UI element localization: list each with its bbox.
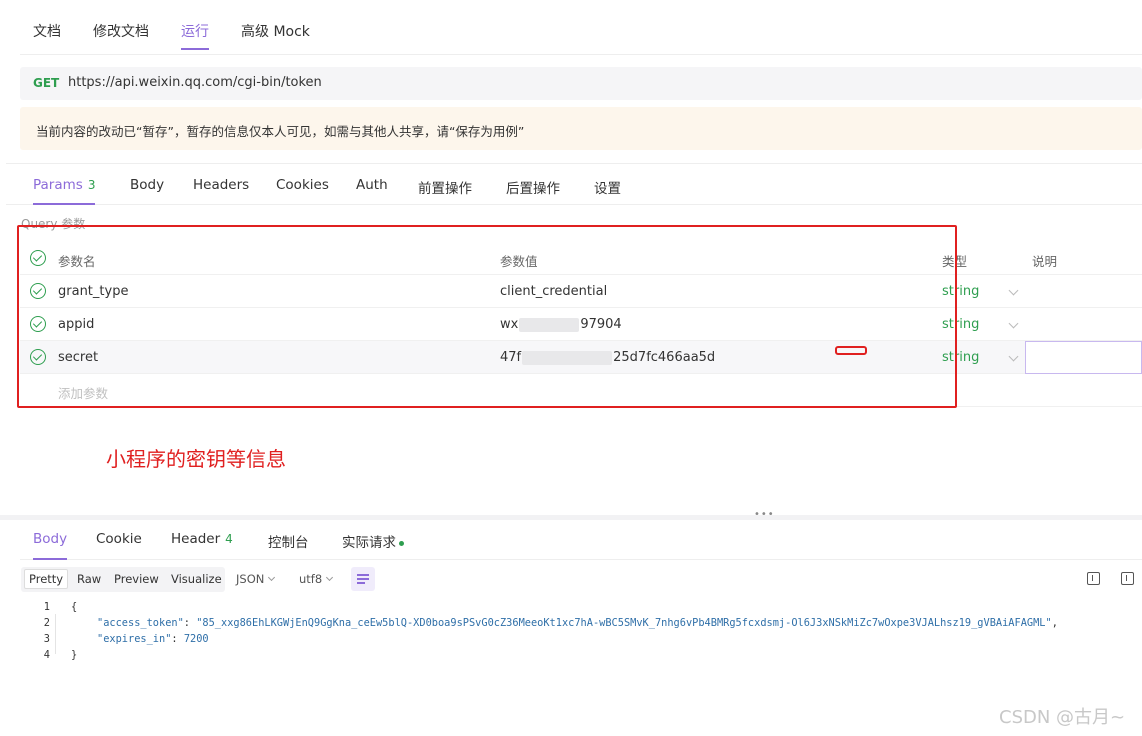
code-line: 1 { — [20, 601, 1142, 617]
response-tabs: Body Cookie Header 4 控制台 实际请求 — [20, 520, 1142, 560]
code-text: "expires_in": 7200 — [97, 633, 209, 645]
line-number: 4 — [43, 649, 50, 661]
tab-actual-request[interactable]: 实际请求 — [342, 531, 404, 551]
tab-response-cookie[interactable]: Cookie — [96, 531, 142, 547]
download-icon[interactable] — [1121, 572, 1134, 585]
code-line: 2 "access_token": "85_xxg86EhLKGWjEnQ9Gg… — [20, 617, 1142, 633]
annotation-marker — [835, 346, 867, 355]
view-visualize-button[interactable]: Visualize — [171, 572, 222, 586]
params-count: 3 — [87, 178, 96, 192]
tab-settings[interactable]: 设置 — [594, 177, 621, 197]
view-pretty-button[interactable]: Pretty — [24, 569, 69, 589]
tab-post-actions[interactable]: 后置操作 — [506, 177, 560, 197]
view-preview-button[interactable]: Preview — [114, 572, 159, 586]
status-dot-icon — [399, 540, 404, 546]
indent-guide — [55, 614, 56, 654]
encoding-select[interactable]: utf8 — [299, 572, 334, 586]
tab-headers[interactable]: Headers — [193, 177, 249, 193]
wrap-lines-button[interactable] — [351, 567, 375, 591]
url-bar[interactable]: GET https://api.weixin.qq.com/cgi-bin/to… — [20, 67, 1142, 100]
tab-advanced-mock[interactable]: 高级 Mock — [241, 21, 310, 41]
code-text: { — [71, 601, 78, 613]
drag-handle-icon[interactable]: ••• — [754, 509, 775, 520]
response-toolbar: Pretty Raw Preview Visualize JSON utf8 — [20, 567, 1142, 593]
annotation-box — [17, 225, 957, 408]
tab-cookies[interactable]: Cookies — [276, 177, 329, 193]
line-number: 3 — [43, 633, 50, 645]
notice-text: 当前内容的改动已“暂存”，暂存的信息仅本人可见，如需与其他人共享，请“保存为用例… — [36, 124, 525, 139]
draft-notice: 当前内容的改动已“暂存”，暂存的信息仅本人可见，如需与其他人共享，请“保存为用例… — [20, 107, 1142, 150]
code-text: } — [71, 649, 78, 661]
chevron-down-icon[interactable] — [1008, 285, 1019, 296]
chevron-down-icon[interactable] — [1008, 318, 1019, 329]
line-number: 1 — [43, 601, 50, 613]
url-input[interactable]: https://api.weixin.qq.com/cgi-bin/token — [68, 75, 322, 90]
tab-response-body[interactable]: Body — [33, 531, 68, 560]
code-line: 3 "expires_in": 7200 — [20, 633, 1142, 649]
tab-auth[interactable]: Auth — [356, 177, 388, 193]
format-select[interactable]: JSON — [236, 572, 276, 586]
top-tabs: 文档 修改文档 运行 高级 Mock — [20, 0, 1142, 55]
view-raw-button[interactable]: Raw — [77, 572, 101, 586]
chevron-down-icon — [326, 573, 334, 582]
param-tabs: Params 3 Body Headers Cookies Auth 前置操作 后… — [6, 163, 1142, 205]
tab-response-header[interactable]: Header 4 — [171, 531, 233, 547]
description-input[interactable] — [1025, 341, 1142, 374]
tab-params[interactable]: Params 3 — [33, 177, 96, 205]
response-code[interactable]: 1 { 2 "access_token": "85_xxg86EhLKGWjEn… — [20, 601, 1142, 736]
code-text: "access_token": "85_xxg86EhLKGWjEnQ9GgKn… — [97, 617, 1058, 629]
tab-body[interactable]: Body — [130, 177, 164, 193]
tab-docs[interactable]: 文档 — [33, 21, 61, 41]
tab-edit-docs[interactable]: 修改文档 — [93, 21, 149, 41]
copy-icon[interactable] — [1087, 572, 1100, 585]
line-number: 2 — [43, 617, 50, 629]
tab-console[interactable]: 控制台 — [268, 531, 309, 551]
method-label[interactable]: GET — [33, 76, 59, 90]
header-desc: 说明 — [1032, 254, 1058, 269]
chevron-down-icon[interactable] — [1008, 351, 1019, 362]
tab-run[interactable]: 运行 — [181, 21, 209, 50]
header-count: 4 — [225, 532, 233, 546]
code-line: 4 } — [20, 649, 1142, 665]
annotation-text: 小程序的密钥等信息 — [106, 447, 286, 471]
chevron-down-icon — [268, 573, 276, 582]
view-mode-group: Pretty Raw Preview Visualize — [21, 567, 225, 592]
watermark: CSDN @古月~ — [999, 707, 1126, 728]
tab-pre-actions[interactable]: 前置操作 — [418, 177, 472, 197]
